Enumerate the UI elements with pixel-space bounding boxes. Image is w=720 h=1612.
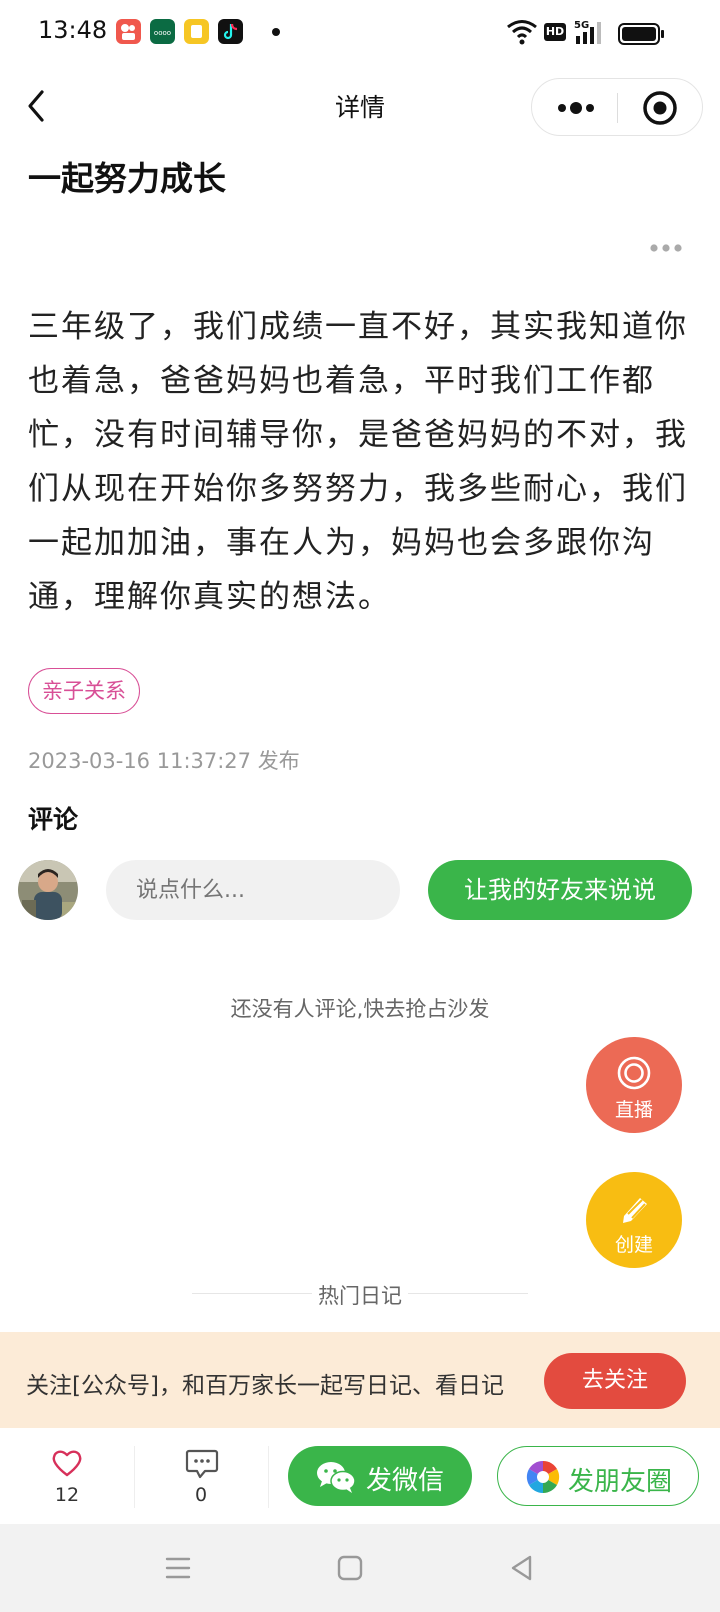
notes-app-icon — [184, 19, 209, 44]
post-more-icon[interactable] — [648, 238, 684, 258]
wechat-icon — [317, 1462, 356, 1493]
comment-input[interactable] — [106, 860, 400, 920]
follow-banner-text: 关注[公众号]，和百万家长一起写日记、看日记 — [26, 1373, 504, 1399]
menu-icon[interactable] — [164, 1554, 192, 1582]
wifi-icon — [507, 20, 537, 45]
like-count: 12 — [54, 1484, 80, 1506]
capsule-divider — [617, 93, 618, 123]
battery-icon — [618, 23, 664, 45]
5g-signal-icon: 5G — [574, 20, 601, 44]
back-triangle-icon[interactable] — [508, 1554, 536, 1582]
hot-diaries-heading: 热门日记 — [318, 1284, 402, 1308]
comment-count-button[interactable]: 0 — [134, 1428, 268, 1524]
heart-icon — [52, 1450, 82, 1477]
svg-text:5G: 5G — [574, 20, 589, 31]
status-bar: 13:48 oooo HD 5G — [0, 0, 720, 64]
tiktok-app-icon — [218, 19, 243, 44]
live-label: 直播 — [614, 1099, 653, 1121]
svg-text:oooo: oooo — [154, 29, 171, 37]
like-button[interactable]: 12 — [0, 1428, 134, 1524]
pencil-icon — [623, 1198, 647, 1223]
live-button[interactable]: 直播 — [586, 1037, 682, 1133]
post-body: 三年级了，我们成绩一直不好，其实我知道你也着急，爸爸妈妈也着急，平时我们工作都忙… — [28, 309, 688, 615]
share-wechat-label: 发微信 — [366, 1466, 445, 1496]
section-divider-right — [408, 1293, 528, 1294]
create-label: 创建 — [614, 1234, 653, 1256]
kuaishou-app-icon — [116, 19, 141, 44]
more-menu-icon[interactable] — [554, 95, 598, 121]
moments-aperture-icon — [526, 1460, 560, 1494]
oppo-app-icon: oooo — [150, 19, 175, 44]
invite-friends-button[interactable]: 让我的好友来说说 — [428, 860, 692, 920]
follow-button[interactable]: 去关注 — [544, 1353, 686, 1409]
bottom-action-bar: 12 0 发微信 发朋友圈 — [0, 1428, 720, 1524]
create-button[interactable]: 创建 — [586, 1172, 682, 1268]
publish-time: 2023-03-16 11:37:27 发布 — [28, 749, 300, 773]
close-mini-program-icon[interactable] — [642, 90, 678, 126]
post-tag[interactable]: 亲子关系 — [28, 668, 140, 714]
live-icon — [617, 1056, 651, 1090]
share-moments-button[interactable]: 发朋友圈 — [497, 1446, 699, 1506]
comment-icon — [185, 1449, 219, 1479]
system-navigation-bar — [0, 1524, 720, 1612]
home-icon[interactable] — [336, 1554, 364, 1582]
mini-program-capsule — [531, 78, 703, 136]
share-wechat-button[interactable]: 发微信 — [288, 1446, 472, 1506]
notification-dot — [272, 28, 280, 36]
post-title: 一起努力成长 — [28, 159, 226, 198]
avatar[interactable] — [18, 860, 78, 920]
comment-count: 0 — [194, 1484, 208, 1506]
share-moments-label: 发朋友圈 — [568, 1467, 673, 1497]
comments-heading: 评论 — [28, 805, 79, 834]
empty-comments-hint: 还没有人评论,快去抢占沙发 — [230, 997, 490, 1021]
hd-icon: HD — [544, 23, 566, 41]
status-time: 13:48 — [38, 16, 108, 44]
action-divider — [268, 1446, 269, 1508]
follow-banner: 关注[公众号]，和百万家长一起写日记、看日记 去关注 — [0, 1332, 720, 1428]
